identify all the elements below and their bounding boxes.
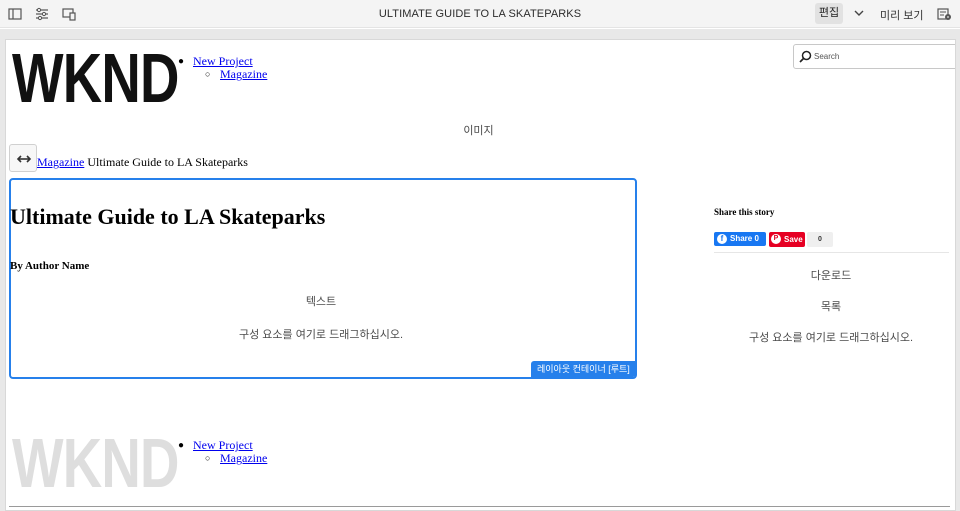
breadcrumb-link-magazine[interactable]: Magazine — [37, 155, 84, 169]
drop-zone-sidebar[interactable]: 구성 요소를 여기로 드래그하십시오. — [716, 329, 946, 345]
nav-item-magazine: ○ Magazine — [205, 67, 267, 81]
breadcrumb-current: Ultimate Guide to LA Skateparks — [87, 155, 248, 169]
footer-nav-link-magazine[interactable]: Magazine — [220, 451, 267, 465]
facebook-icon: f — [717, 234, 727, 244]
preview-button[interactable]: 미리 보기 — [880, 7, 924, 23]
image-component-placeholder[interactable]: 이미지 — [6, 122, 951, 138]
footer-nav-link-new-project[interactable]: New Project — [193, 438, 253, 452]
list-component-placeholder[interactable]: 목록 — [716, 298, 946, 314]
list-bullet: ○ — [205, 453, 211, 463]
chevron-down-icon[interactable] — [851, 5, 867, 21]
drag-handle-icon[interactable] — [9, 144, 37, 172]
pinterest-save-label: Save — [784, 235, 803, 244]
nav-link-new-project[interactable]: New Project — [193, 54, 253, 68]
layout-container-label[interactable]: 레이아웃 컨테이너 [루트] — [531, 361, 636, 377]
wknd-logo[interactable]: WKND — [12, 43, 179, 113]
facebook-share-button[interactable]: f Share 0 — [714, 232, 766, 246]
list-bullet: ○ — [205, 69, 211, 79]
footer-logo[interactable]: WKND — [12, 428, 179, 498]
search-box[interactable] — [793, 44, 955, 69]
annotations-icon[interactable] — [936, 6, 952, 22]
download-component-placeholder[interactable]: 다운로드 — [716, 267, 946, 283]
breadcrumb: Magazine Ultimate Guide to LA Skateparks — [37, 155, 248, 170]
list-bullet: ● — [178, 56, 185, 67]
divider — [714, 252, 949, 253]
pinterest-count: 0 — [807, 232, 833, 247]
text-component-placeholder[interactable]: 텍스트 — [6, 293, 636, 309]
side-panel-icon[interactable] — [6, 5, 24, 23]
facebook-share-label: Share 0 — [730, 234, 759, 243]
share-heading: Share this story — [714, 207, 775, 217]
search-icon — [799, 50, 812, 63]
pinterest-icon: P — [771, 234, 781, 244]
article-title: Ultimate Guide to LA Skateparks — [10, 204, 326, 229]
page-frame: WKND ● New Project ○ Magazine 이미지 Magazi… — [5, 39, 956, 511]
list-bullet: ● — [178, 440, 185, 451]
pinterest-save-button[interactable]: P Save — [769, 232, 805, 247]
drop-zone-main[interactable]: 구성 요소를 여기로 드래그하십시오. — [6, 326, 636, 342]
edit-mode-button[interactable]: 편집 — [815, 3, 843, 24]
footer-nav-item-magazine: ○ Magazine — [205, 451, 267, 465]
article-author: By Author Name — [10, 260, 90, 272]
footer-divider — [9, 506, 950, 507]
page-properties-icon[interactable] — [33, 5, 51, 23]
editor-toolbar: ULTIMATE GUIDE TO LA SKATEPARKS 편집 미리 보기 — [0, 0, 960, 28]
emulator-icon[interactable] — [60, 5, 78, 23]
nav-link-magazine[interactable]: Magazine — [220, 67, 267, 81]
search-input[interactable] — [814, 49, 949, 64]
